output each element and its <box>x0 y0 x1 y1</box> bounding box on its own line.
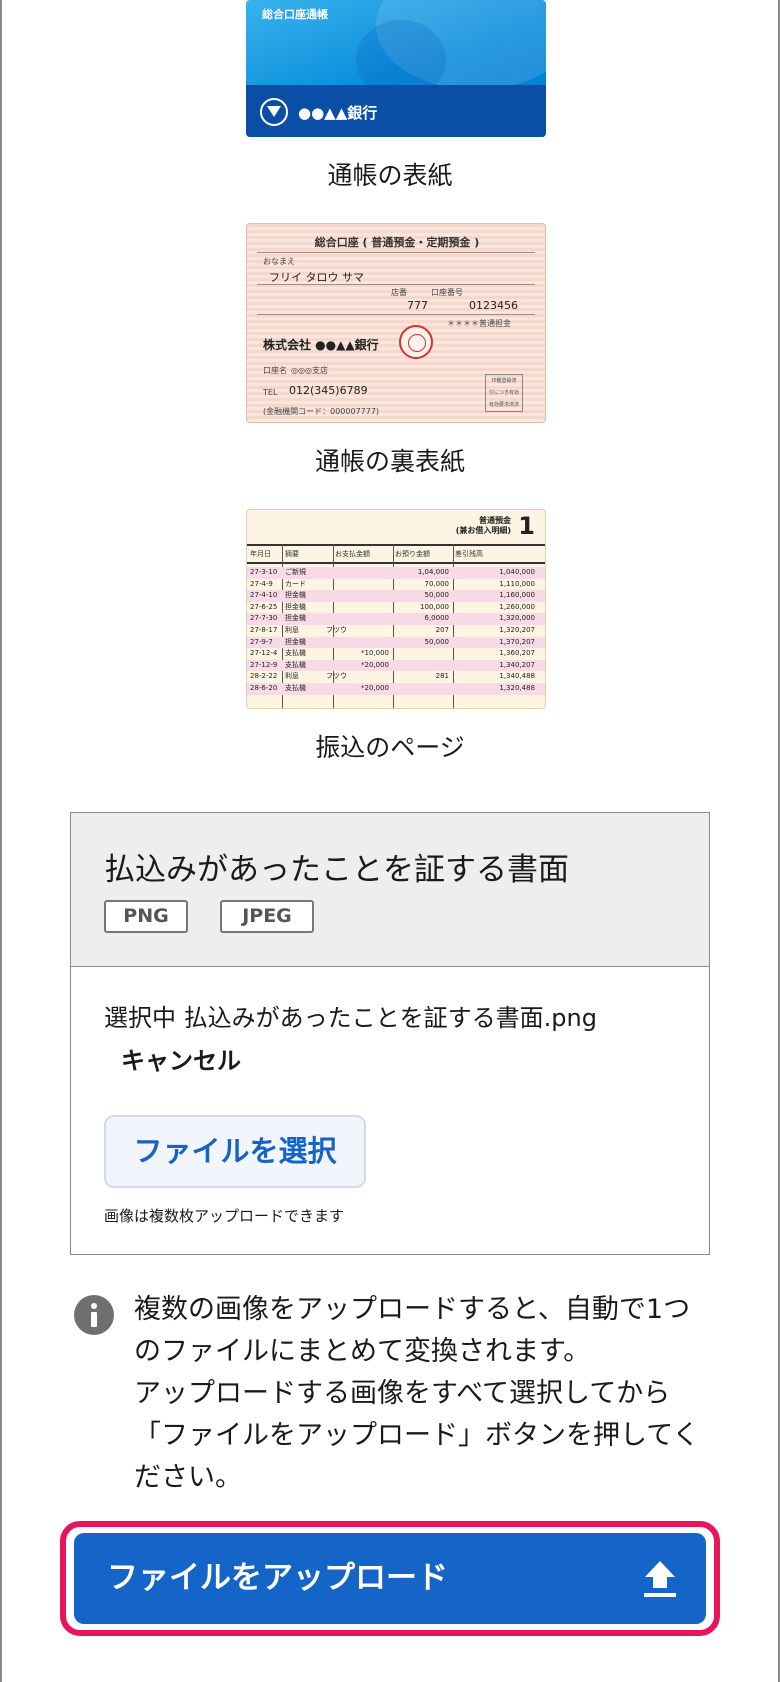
ledger-cell: 207 <box>435 625 449 634</box>
ledger-cell: 支払機 <box>285 660 306 669</box>
ledger-header: 普通預金 (兼お借入明細) <box>455 516 511 535</box>
ledger-cell: ご新規 <box>285 568 306 576</box>
info-note-line1: 複数の画像をアップロードすると、自動で1つのファイルにまとめて変換されます。 <box>134 1294 691 1367</box>
selected-file-name: 払込みがあったことを証する書面.png <box>183 1004 597 1032</box>
ledger-cell: 1,340,488 <box>499 672 535 681</box>
format-badge-jpeg: JPEG <box>220 900 314 933</box>
upload-card: 払込みがあったことを証する書面 PNG JPEG 選択中 払込みがあったことを証… <box>70 812 710 1255</box>
ledger-row: 27-9-7 担金機 50,000 1,370,207 <box>247 636 545 649</box>
ledger-row: 28-2-22 利息 フツウ 281 1,340,488 <box>247 671 545 683</box>
document-title: 払込みがあったことを証する書面 <box>104 852 569 888</box>
back-bank-name: 株式会社 ●●▲▲銀行 <box>263 338 379 352</box>
ledger-cell: *20,000 <box>361 660 389 669</box>
ledger-cell: 27-8-17 <box>250 625 278 634</box>
ledger-page-number: 1 <box>518 512 535 540</box>
ledger-cell: 担金機 <box>285 591 306 600</box>
ledger-cell: 1,320,000 <box>499 614 535 623</box>
ledger-row: 27-12-9 支払機 *20,000 1,340,207 <box>247 659 545 672</box>
ledger-cell: 1,370,207 <box>499 637 535 646</box>
cover-title: 総合口座通帳 <box>262 8 328 21</box>
ledger-cell: 27-3-10 <box>250 568 278 576</box>
ledger-cell: 27-12-4 <box>250 649 278 658</box>
ledger-cell: 1,110,000 <box>499 579 535 588</box>
upload-file-button[interactable]: ファイルをアップロード <box>74 1533 706 1624</box>
ledger-cell: 50,000 <box>424 591 450 600</box>
info-note: 複数の画像をアップロードすると、自動で1つのファイルにまとめて変換されます。 ア… <box>134 1289 704 1499</box>
back-heading: 総合口座 ( 普通預金・定期預金 ) <box>314 236 480 249</box>
ledger-row: 28-6-20 支払機 *20,000 1,320,488 <box>247 682 545 695</box>
ledger-cell: 担金機 <box>285 637 306 646</box>
format-badge-png: PNG <box>104 900 188 933</box>
passbook-transfer-page-image: 普通預金 (兼お借入明細) 1 年月日 摘要 お支払金額 お預り金額 差引残高 … <box>246 509 546 709</box>
ledger-row: 27-3-10 ご新規 1,04,000 1,040,000 <box>247 567 545 579</box>
ledger-cell: 利息 <box>285 672 299 681</box>
ledger-cell: 70,000 <box>424 579 450 588</box>
ledger-rows: 27-3-10 ご新規 1,04,000 1,040,000 27-4-9 カード 70,0… <box>247 567 545 695</box>
selected-file-line: 選択中 払込みがあったことを証する書面.png <box>104 998 597 1033</box>
ledger-cell: 担金機 <box>285 614 306 623</box>
ledger-cell: 1,320,207 <box>499 625 535 634</box>
ledger-cell: 1,040,000 <box>499 568 535 576</box>
ledger-cell: 281 <box>435 672 449 681</box>
ledger-row: 27-6-25 担金機 100,000 1,260,000 <box>247 602 545 614</box>
ledger-cell: 1,360,207 <box>499 649 535 658</box>
ledger-cell: 1,340,207 <box>499 660 535 669</box>
cover-caption: 通帳の表紙 <box>327 161 453 190</box>
ledger-cell: カード <box>285 579 306 588</box>
ledger-cell: 支払機 <box>285 683 306 692</box>
ledger-cell: *20,000 <box>361 683 389 692</box>
ledger-row: 27-8-17 利息 フツウ 207 1,320,207 <box>247 625 545 637</box>
ledger-cell: 支払機 <box>285 649 306 658</box>
cover-bank-name: ●●▲▲銀行 <box>298 104 378 122</box>
ledger-cell: 1,320,488 <box>499 683 535 692</box>
account-number: 0123456 <box>469 299 518 312</box>
back-cover-caption: 通帳の裏表紙 <box>314 447 465 476</box>
ledger-cell: 100,000 <box>420 602 449 611</box>
ledger-cell: 28-6-20 <box>250 683 278 692</box>
bank-seal-icon <box>399 325 433 359</box>
passbook-cover-image: 総合口座通帳 ●●▲▲銀行 <box>246 0 546 137</box>
ledger-row: 27-4-9 カード 70,000 1,110,000 <box>247 579 545 591</box>
multi-upload-hint: 画像は複数枚アップロードできます <box>104 1207 345 1225</box>
ledger-cell: 担金機 <box>285 602 306 611</box>
ledger-row: 27-4-10 担金機 50,000 1,160,000 <box>247 590 545 602</box>
ledger-cell: フツウ <box>326 625 347 634</box>
branch-number: 777 <box>407 299 428 312</box>
ledger-cell: 1,04,000 <box>417 568 449 576</box>
stamp-box: 印鑑登録済 付につき有効 有効要求済済 <box>485 374 523 412</box>
ledger-row: 27-7-30 担金機 6,0000 1,320,000 <box>247 613 545 625</box>
upload-card-header: 払込みがあったことを証する書面 PNG JPEG <box>71 813 709 967</box>
ledger-cell: フツウ <box>326 672 347 681</box>
ledger-cell: 50,000 <box>424 637 450 646</box>
bank-logo-icon <box>260 98 288 126</box>
ledger-cell: 27-12-9 <box>250 660 278 669</box>
ledger-cell: 1,260,000 <box>499 602 535 611</box>
ledger-row: 27-12-4 支払機 *10,000 1,360,207 <box>247 648 545 660</box>
cancel-selection-link[interactable]: キャンセル <box>121 1041 241 1076</box>
account-holder-name: フリイ タロウ サマ <box>269 271 364 284</box>
upload-file-label: ファイルをアップロード <box>107 1560 448 1596</box>
upload-button-highlight: ファイルをアップロード <box>60 1521 720 1636</box>
ledger-cell: 27-4-9 <box>250 579 273 588</box>
upload-icon <box>644 1561 676 1597</box>
page-left-border <box>0 0 2 1682</box>
bank-tel: 012(345)6789 <box>289 384 368 397</box>
transfer-page-caption: 振込のページ <box>315 733 465 762</box>
choose-file-button[interactable]: ファイルを選択 <box>104 1115 366 1188</box>
ledger-cell: 1,160,000 <box>499 591 535 600</box>
ledger-cell: 27-4-10 <box>250 591 278 600</box>
passbook-back-cover-image: 総合口座 ( 普通預金・定期預金 ) おなまえ フリイ タロウ サマ 店番 口座… <box>246 223 546 423</box>
selected-prefix: 選択中 <box>104 1004 176 1032</box>
ledger-cell: 6,0000 <box>424 614 450 623</box>
ledger-cell: 27-9-7 <box>250 637 273 646</box>
ledger-cell: *10,000 <box>361 649 389 658</box>
info-icon <box>74 1295 114 1335</box>
info-note-line2: アップロードする画像をすべて選択してから「ファイルをアップロード」ボタンを押して… <box>134 1378 700 1493</box>
ledger-cell: 27-6-25 <box>250 602 278 611</box>
ledger-cell: 28-2-22 <box>250 672 278 681</box>
ledger-cell: 27-7-30 <box>250 614 278 623</box>
ledger-column-header: 年月日 摘要 お支払金額 お預り金額 差引残高 <box>247 544 545 564</box>
ledger-cell: 利息 <box>285 625 299 634</box>
